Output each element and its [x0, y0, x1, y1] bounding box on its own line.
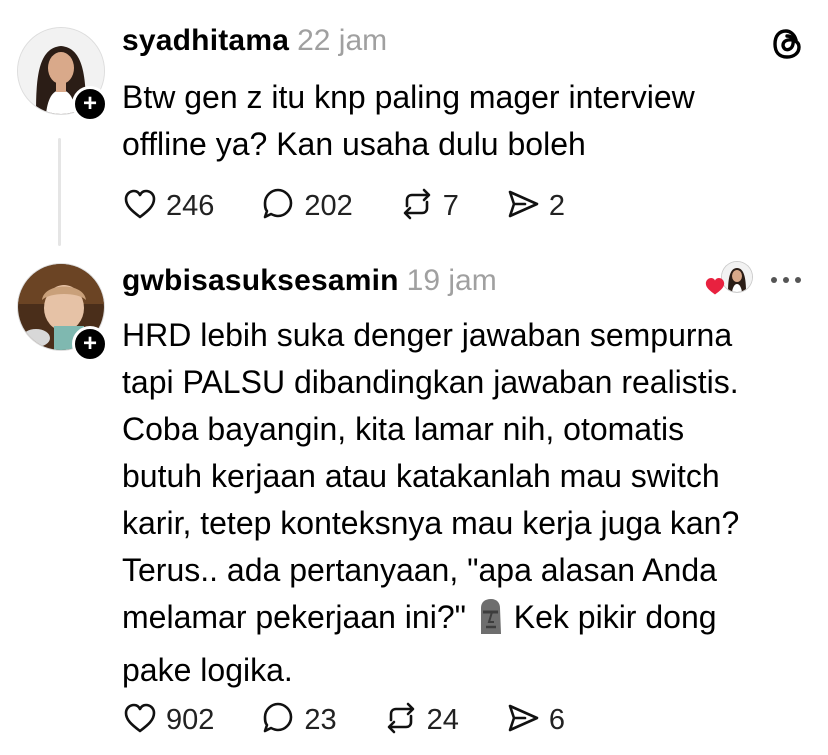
repost-button[interactable]: 24 — [383, 700, 459, 741]
follow-plus-button[interactable]: + — [72, 326, 108, 362]
comment-icon — [260, 700, 296, 741]
username[interactable]: syadhitama — [122, 24, 289, 57]
share-button[interactable]: 6 — [505, 700, 565, 741]
text-fragment: melamar pekerjaan ini?" — [122, 599, 466, 635]
comment-count: 202 — [304, 190, 353, 222]
timestamp: 19 jam — [406, 264, 497, 297]
liked-by-author-badge — [704, 262, 754, 298]
mini-avatar — [722, 262, 752, 292]
thread-line — [58, 138, 61, 246]
post-text: Btw gen z itu knp paling mager interview… — [122, 74, 802, 168]
post-text: HRD lebih suka denger jawaban sempurna t… — [122, 312, 802, 694]
text-fragment: Kek pikir dong — [513, 599, 717, 635]
threads-logo-icon[interactable] — [770, 26, 806, 62]
like-button[interactable]: 246 — [122, 186, 214, 227]
repost-count: 24 — [426, 704, 459, 736]
more-button[interactable] — [768, 260, 804, 294]
like-count: 902 — [166, 704, 215, 736]
share-button[interactable]: 2 — [505, 186, 565, 227]
heart-icon — [122, 186, 158, 227]
share-icon — [505, 186, 541, 227]
text-line: karir, tetep konteksnya mau kerja juga k… — [122, 505, 740, 541]
post-1: + syadhitama 22 jam Btw gen z itu knp pal… — [0, 0, 828, 250]
comment-count: 23 — [304, 704, 337, 736]
text-line: Terus.. ada pertanyaan, "apa alasan Anda — [122, 552, 717, 588]
share-icon — [505, 700, 541, 741]
post-2: + gwbisasuksesamin 19 jam HRD lebih suka … — [0, 250, 828, 755]
like-button[interactable]: 902 — [122, 700, 214, 741]
username[interactable]: gwbisasuksesamin — [122, 264, 399, 297]
action-bar: 902 23 24 6 — [122, 700, 611, 741]
share-count: 2 — [548, 190, 566, 222]
repost-count: 7 — [442, 190, 459, 222]
text-line: offline ya? Kan usaha dulu boleh — [122, 126, 586, 162]
repost-button[interactable]: 7 — [399, 186, 459, 227]
timestamp: 22 jam — [297, 24, 388, 57]
text-line: Coba bayangin, kita lamar nih, otomatis — [122, 411, 685, 447]
repost-icon — [399, 186, 435, 227]
text-line: Btw gen z itu knp paling mager interview — [122, 79, 695, 115]
follow-plus-button[interactable]: + — [72, 86, 108, 122]
heart-icon — [122, 700, 158, 741]
heart-icon — [704, 276, 726, 296]
moai-emoji — [475, 598, 505, 647]
post-header: syadhitama 22 jam — [122, 24, 387, 58]
action-bar: 246 202 7 2 — [122, 186, 611, 227]
post-header: gwbisasuksesamin 19 jam — [122, 264, 497, 298]
repost-icon — [383, 700, 419, 741]
comment-icon — [260, 186, 296, 227]
text-line: pake logika. — [122, 652, 293, 688]
comment-button[interactable]: 202 — [260, 186, 353, 227]
text-line: HRD lebih suka denger jawaban sempurna — [122, 317, 733, 353]
comment-button[interactable]: 23 — [260, 700, 337, 741]
text-line: melamar pekerjaan ini?" Kek pikir dong — [122, 594, 802, 647]
text-line: butuh kerjaan atau katakanlah mau switch — [122, 458, 720, 494]
share-count: 6 — [548, 704, 566, 736]
text-line: tapi PALSU dibandingkan jawaban realisti… — [122, 364, 739, 400]
like-count: 246 — [166, 190, 215, 222]
more-icon — [768, 260, 804, 293]
